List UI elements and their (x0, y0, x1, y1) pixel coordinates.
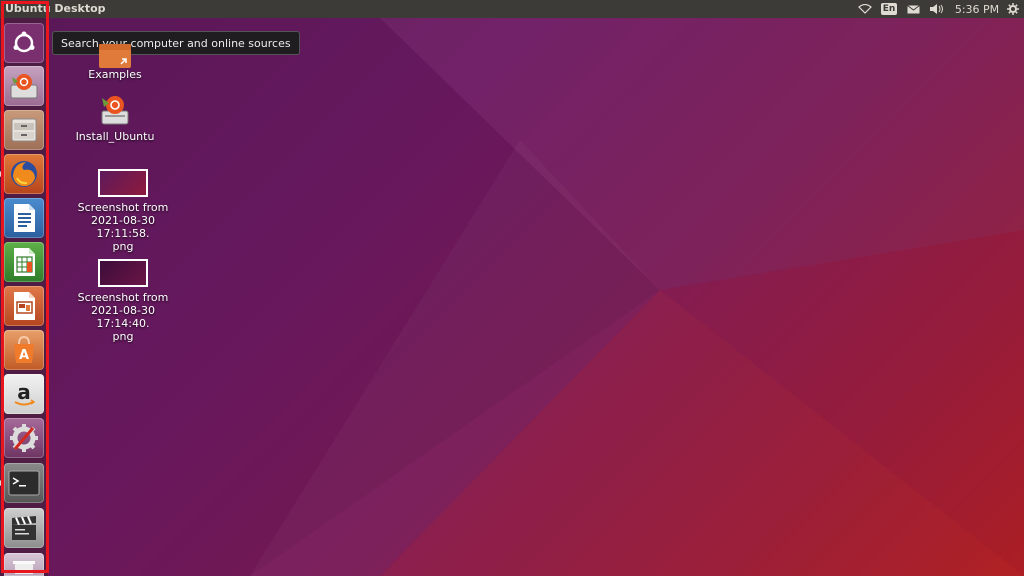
libreoffice-impress-icon[interactable] (4, 286, 44, 326)
desktop-icon-label-line: 2021-08-30 17:11:58. (91, 214, 155, 240)
desktop-icon-examples[interactable]: Examples (80, 44, 150, 81)
files-icon[interactable] (4, 110, 44, 150)
trash-icon[interactable] (4, 553, 44, 576)
desktop-icon-screenshot-2[interactable]: Screenshot from 2021-08-30 17:14:40. png (68, 259, 178, 343)
svg-text:A: A (19, 348, 29, 363)
firefox-icon[interactable] (0, 154, 44, 194)
desktop-icon-label-line: Screenshot from (77, 201, 169, 214)
desktop-icon-label: Install_Ubuntu (75, 130, 155, 143)
window-title: Ubuntu Desktop (5, 2, 106, 15)
desktop-icon-screenshot-1[interactable]: Screenshot from 2021-08-30 17:11:58. png (68, 169, 178, 253)
install-ubuntu-icon[interactable] (4, 66, 44, 106)
desktop-icon-label-line: 2021-08-30 17:14:40. (91, 304, 155, 330)
clock[interactable]: 5:36 PM (953, 0, 1001, 18)
libreoffice-writer-icon[interactable] (4, 198, 44, 238)
desktop-icon-label-line: png (112, 330, 134, 343)
running-indicator (0, 171, 4, 177)
libreoffice-calc-icon[interactable] (4, 242, 44, 282)
desktop-icon-label: Examples (88, 68, 142, 81)
desktop-icon-label-line: png (112, 240, 134, 253)
folder-icon (99, 44, 131, 68)
mail-icon[interactable] (904, 0, 922, 18)
search-dash-icon[interactable] (4, 23, 44, 63)
keyboard-layout-label: En (880, 3, 898, 15)
desktop-icon-label-line: Screenshot from (77, 291, 169, 304)
image-thumbnail (98, 169, 148, 197)
system-settings-icon[interactable] (4, 418, 44, 458)
ubuntu-software-icon[interactable]: A (4, 330, 44, 370)
svg-text:a: a (17, 380, 31, 404)
launcher: A a (0, 18, 48, 576)
keyboard-layout-indicator[interactable]: En (880, 0, 898, 18)
wifi-icon[interactable] (855, 0, 875, 18)
desktop-icon-install-ubuntu[interactable]: Install_Ubuntu (70, 93, 160, 143)
running-indicator (0, 480, 4, 486)
top-panel: Ubuntu Desktop En 5:36 PM (0, 0, 1024, 18)
amazon-icon[interactable]: a (4, 374, 44, 414)
volume-icon[interactable] (928, 0, 946, 18)
install-ubuntu-icon (101, 96, 129, 125)
terminal-icon[interactable] (0, 463, 44, 503)
image-thumbnail (98, 259, 148, 287)
settings-gear-icon[interactable] (1004, 0, 1022, 18)
videos-icon[interactable] (4, 508, 44, 548)
